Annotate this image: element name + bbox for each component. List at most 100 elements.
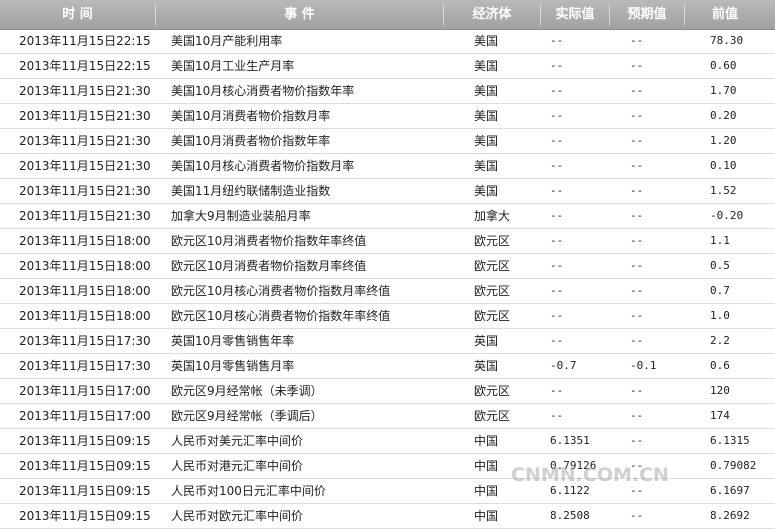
cell-actual: -0.7 bbox=[550, 359, 577, 372]
cell-expected: -- bbox=[630, 409, 644, 422]
cell-previous: 0.60 bbox=[710, 59, 737, 72]
cell-event: 美国10月消费者物价指数月率 bbox=[171, 109, 331, 123]
cell-previous: 1.1 bbox=[710, 234, 730, 247]
cell-previous: 1.70 bbox=[710, 84, 737, 97]
table-row[interactable]: 2013年11月15日21:30 美国10月消费者物价指数月率 美国 -- -- 0.20 bbox=[0, 104, 775, 129]
header-expected[interactable]: 预期值 bbox=[610, 0, 684, 29]
table-row[interactable]: 2013年11月15日09:15 人民币对欧元汇率中间价 中国 8.2508 -- 8.2… bbox=[0, 504, 775, 529]
header-time[interactable]: 时 间 bbox=[0, 0, 155, 29]
cell-time: 2013年11月15日17:30 bbox=[19, 359, 151, 373]
cell-time: 2013年11月15日22:15 bbox=[19, 59, 151, 73]
cell-expected: -- bbox=[630, 284, 644, 297]
cell-expected: -- bbox=[630, 384, 644, 397]
table-row[interactable]: 2013年11月15日22:15 美国10月工业生产月率 美国 -- -- 0.60 bbox=[0, 54, 775, 79]
cell-economy: 中国 bbox=[474, 459, 499, 473]
header-event[interactable]: 事 件 bbox=[156, 0, 443, 29]
cell-time: 2013年11月15日09:15 bbox=[19, 484, 151, 498]
cell-economy: 英国 bbox=[474, 334, 499, 348]
cell-expected: -- bbox=[630, 184, 644, 197]
cell-event: 美国10月产能利用率 bbox=[171, 34, 283, 48]
cell-previous: 120 bbox=[710, 384, 730, 397]
cell-time: 2013年11月15日22:15 bbox=[19, 34, 151, 48]
cell-economy: 欧元区 bbox=[474, 384, 511, 398]
cell-time: 2013年11月15日09:15 bbox=[19, 434, 151, 448]
table-header: 时 间 事 件 经济体 实际值 预期值 前值 bbox=[0, 0, 775, 30]
table-row[interactable]: 2013年11月15日09:15 人民币对100日元汇率中间价 中国 6.1122 --… bbox=[0, 479, 775, 504]
cell-actual: 0.79126 bbox=[550, 459, 597, 472]
table-row[interactable]: 2013年11月15日18:00 欧元区10月核心消费者物价指数月率终值 欧元区 --… bbox=[0, 279, 775, 304]
cell-expected: -- bbox=[630, 134, 644, 147]
table-row[interactable]: 2013年11月15日21:30 加拿大9月制造业装船月率 加拿大 -- -- -0.20 bbox=[0, 204, 775, 229]
header-economy[interactable]: 经济体 bbox=[444, 0, 540, 29]
cell-previous: 1.0 bbox=[710, 309, 730, 322]
table-row[interactable]: 2013年11月15日18:00 欧元区10月核心消费者物价指数年率终值 欧元区 --… bbox=[0, 304, 775, 329]
cell-time: 2013年11月15日17:00 bbox=[19, 409, 151, 423]
cell-actual: -- bbox=[550, 409, 564, 422]
cell-economy: 美国 bbox=[474, 109, 499, 123]
cell-previous: 0.6 bbox=[710, 359, 730, 372]
cell-previous: 174 bbox=[710, 409, 730, 422]
cell-actual: -- bbox=[550, 184, 564, 197]
cell-event: 欧元区10月核心消费者物价指数年率终值 bbox=[171, 309, 391, 323]
cell-event: 美国10月消费者物价指数年率 bbox=[171, 134, 331, 148]
cell-time: 2013年11月15日09:15 bbox=[19, 459, 151, 473]
cell-expected: -- bbox=[630, 209, 644, 222]
cell-previous: -0.20 bbox=[710, 209, 744, 222]
cell-actual: 6.1351 bbox=[550, 434, 590, 447]
cell-actual: -- bbox=[550, 109, 564, 122]
cell-event: 欧元区10月核心消费者物价指数月率终值 bbox=[171, 284, 391, 298]
table-row[interactable]: 2013年11月15日21:30 美国11月纽约联储制造业指数 美国 -- -- 1.52 bbox=[0, 179, 775, 204]
table-row[interactable]: 2013年11月15日17:00 欧元区9月经常帐（季调后） 欧元区 -- -- 174 bbox=[0, 404, 775, 429]
cell-economy: 中国 bbox=[474, 509, 499, 523]
table-row[interactable]: 2013年11月15日21:30 美国10月核心消费者物价指数月率 美国 -- -- 0.… bbox=[0, 154, 775, 179]
cell-event: 美国10月工业生产月率 bbox=[171, 59, 295, 73]
cell-expected: -- bbox=[630, 34, 644, 47]
table-row[interactable]: 2013年11月15日09:15 人民币对美元汇率中间价 中国 6.1351 -- 6.1… bbox=[0, 429, 775, 454]
cell-previous: 0.79082 bbox=[710, 459, 757, 472]
cell-time: 2013年11月15日18:00 bbox=[19, 234, 151, 248]
table-row[interactable]: 2013年11月15日21:30 美国10月核心消费者物价指数年率 美国 -- -- 1.… bbox=[0, 79, 775, 104]
table-row[interactable]: 2013年11月15日17:30 英国10月零售销售月率 英国 -0.7 -0.1 0.6 bbox=[0, 354, 775, 379]
cell-actual: -- bbox=[550, 309, 564, 322]
table-row[interactable]: 2013年11月15日09:15 人民币对港元汇率中间价 中国 0.79126 -- 0.… bbox=[0, 454, 775, 479]
cell-actual: -- bbox=[550, 384, 564, 397]
cell-expected: -- bbox=[630, 259, 644, 272]
cell-event: 欧元区9月经常帐（未季调） bbox=[171, 384, 323, 398]
cell-actual: -- bbox=[550, 84, 564, 97]
cell-time: 2013年11月15日21:30 bbox=[19, 109, 151, 123]
cell-economy: 美国 bbox=[474, 134, 499, 148]
table-row[interactable]: 2013年11月15日22:15 美国10月产能利用率 美国 -- -- 78.30 bbox=[0, 29, 775, 54]
cell-previous: 1.52 bbox=[710, 184, 737, 197]
cell-expected: -0.1 bbox=[630, 359, 657, 372]
cell-time: 2013年11月15日17:30 bbox=[19, 334, 151, 348]
cell-previous: 2.2 bbox=[710, 334, 730, 347]
cell-time: 2013年11月15日21:30 bbox=[19, 84, 151, 98]
header-previous[interactable]: 前值 bbox=[685, 0, 765, 29]
cell-time: 2013年11月15日09:15 bbox=[19, 509, 151, 523]
cell-actual: -- bbox=[550, 209, 564, 222]
table-row[interactable]: 2013年11月15日17:30 英国10月零售销售年率 英国 -- -- 2.2 bbox=[0, 329, 775, 354]
cell-expected: -- bbox=[630, 484, 644, 497]
cell-expected: -- bbox=[630, 459, 644, 472]
table-row[interactable]: 2013年11月15日18:00 欧元区10月消费者物价指数年率终值 欧元区 -- --… bbox=[0, 229, 775, 254]
header-actual[interactable]: 实际值 bbox=[541, 0, 609, 29]
table-row[interactable]: 2013年11月15日21:30 美国10月消费者物价指数年率 美国 -- -- 1.20 bbox=[0, 129, 775, 154]
cell-previous: 8.2692 bbox=[710, 509, 750, 522]
cell-economy: 欧元区 bbox=[474, 259, 511, 273]
cell-economy: 美国 bbox=[474, 184, 499, 198]
cell-economy: 欧元区 bbox=[474, 284, 511, 298]
cell-previous: 0.20 bbox=[710, 109, 737, 122]
cell-event: 美国11月纽约联储制造业指数 bbox=[171, 184, 331, 198]
cell-expected: -- bbox=[630, 309, 644, 322]
cell-previous: 6.1697 bbox=[710, 484, 750, 497]
cell-event: 美国10月核心消费者物价指数年率 bbox=[171, 84, 355, 98]
cell-time: 2013年11月15日18:00 bbox=[19, 309, 151, 323]
table-row[interactable]: 2013年11月15日17:00 欧元区9月经常帐（未季调） 欧元区 -- -- 120 bbox=[0, 379, 775, 404]
table-row[interactable]: 2013年11月15日18:00 欧元区10月消费者物价指数月率终值 欧元区 -- --… bbox=[0, 254, 775, 279]
cell-economy: 欧元区 bbox=[474, 234, 511, 248]
cell-event: 欧元区10月消费者物价指数年率终值 bbox=[171, 234, 367, 248]
cell-previous: 0.5 bbox=[710, 259, 730, 272]
cell-expected: -- bbox=[630, 109, 644, 122]
cell-time: 2013年11月15日21:30 bbox=[19, 134, 151, 148]
cell-time: 2013年11月15日21:30 bbox=[19, 159, 151, 173]
